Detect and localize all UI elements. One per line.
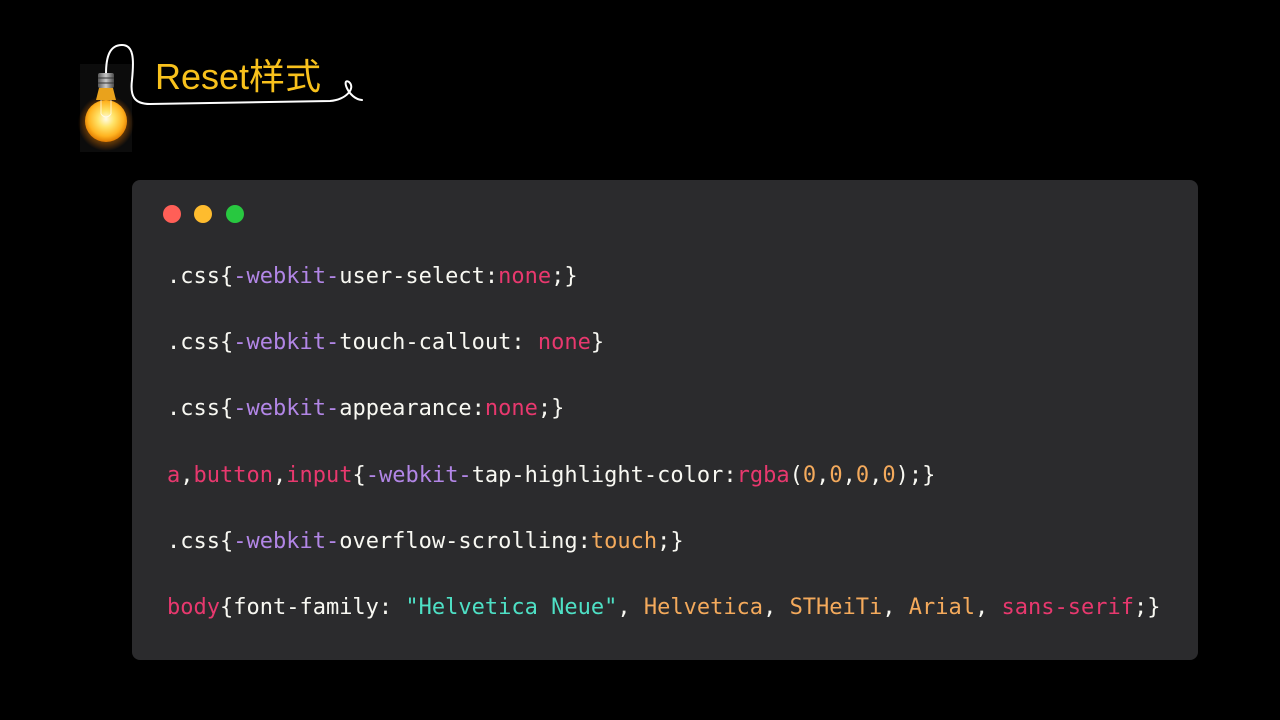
code-token: a: [167, 462, 181, 488]
code-token: Helvetica: [643, 594, 764, 620]
code-token: ,: [180, 462, 194, 488]
bulb-socket: [98, 73, 114, 88]
code-token: );}: [895, 462, 936, 488]
code-token: -webkit-: [233, 264, 340, 289]
code-token: none: [498, 264, 552, 289]
code-token: ;}: [1133, 594, 1161, 620]
code-token: "Helvetica Neue": [405, 594, 618, 620]
code-token: (: [789, 462, 803, 488]
code-token: overflow-scrolling:: [339, 528, 591, 554]
code-token: Arial: [908, 594, 976, 620]
close-dot: [163, 205, 181, 223]
code-token: -webkit-: [233, 396, 340, 422]
code-token: .css{: [167, 330, 234, 356]
code-token: .css{: [167, 264, 234, 289]
code-line: .css{-webkit-user-select:none;}: [167, 244, 1160, 310]
slide-title: Reset样式: [155, 56, 322, 97]
code-window: .css{-webkit-user-select:none;} .css{-web…: [132, 180, 1198, 660]
code-line: .css{-webkit-overflow-scrolling:touch;}: [167, 509, 1160, 575]
code-token: -webkit-: [365, 462, 472, 488]
code-token: touch-callout:: [339, 330, 538, 356]
bulb-neck: [96, 88, 116, 100]
code-token: 0: [855, 462, 870, 488]
code-token: rgba: [736, 462, 790, 488]
code-line: body{font-family: "Helvetica Neue", Helv…: [167, 575, 1160, 641]
code-token: 0: [882, 462, 896, 488]
code-token: ,: [842, 462, 856, 488]
code-token: -webkit-: [233, 330, 340, 356]
code-token: .css{: [167, 528, 234, 554]
code-token: ,: [975, 594, 1002, 620]
code-token: .css{: [167, 396, 234, 422]
minimize-dot: [194, 205, 212, 223]
code-token: input: [286, 462, 353, 488]
code-line: a,button,input{-webkit-tap-highlight-col…: [167, 443, 1160, 509]
code-line: .css{-webkit-touch-callout: none}: [167, 310, 1160, 376]
code-token: ,: [763, 594, 790, 620]
code-token: sans-serif: [1001, 594, 1134, 620]
code-token: none: [537, 330, 591, 356]
code-token: tap-highlight-color:: [471, 462, 737, 488]
code-token: 0: [829, 462, 843, 488]
code-token: ;}: [537, 396, 565, 422]
code-token: user-select:: [339, 264, 499, 289]
code-token: body: [167, 594, 220, 620]
code-token: ,: [816, 462, 830, 488]
code-token: ,: [272, 462, 287, 488]
code-token: button: [193, 462, 273, 488]
code-token: ,: [869, 462, 883, 488]
code-token: touch: [590, 528, 658, 554]
code-token: ;}: [551, 264, 578, 289]
code-token: ;}: [657, 528, 684, 554]
code-token: 0: [802, 462, 817, 488]
code-line: .css{-webkit-appearance:none;}: [167, 376, 1160, 442]
code-token: appearance:: [339, 396, 485, 422]
code-token: -webkit-: [233, 528, 340, 554]
code-token: {: [352, 462, 366, 488]
code-token: STHeiTi: [789, 594, 883, 620]
code-token: ,: [882, 594, 909, 620]
code-block: .css{-webkit-user-select:none;} .css{-web…: [167, 244, 1160, 641]
code-token: {font-family:: [219, 594, 406, 620]
bulb-glass: [85, 100, 127, 142]
code-token: none: [484, 396, 538, 422]
maximize-dot: [226, 205, 244, 223]
code-token: ,: [617, 594, 644, 620]
code-token: }: [590, 330, 605, 356]
